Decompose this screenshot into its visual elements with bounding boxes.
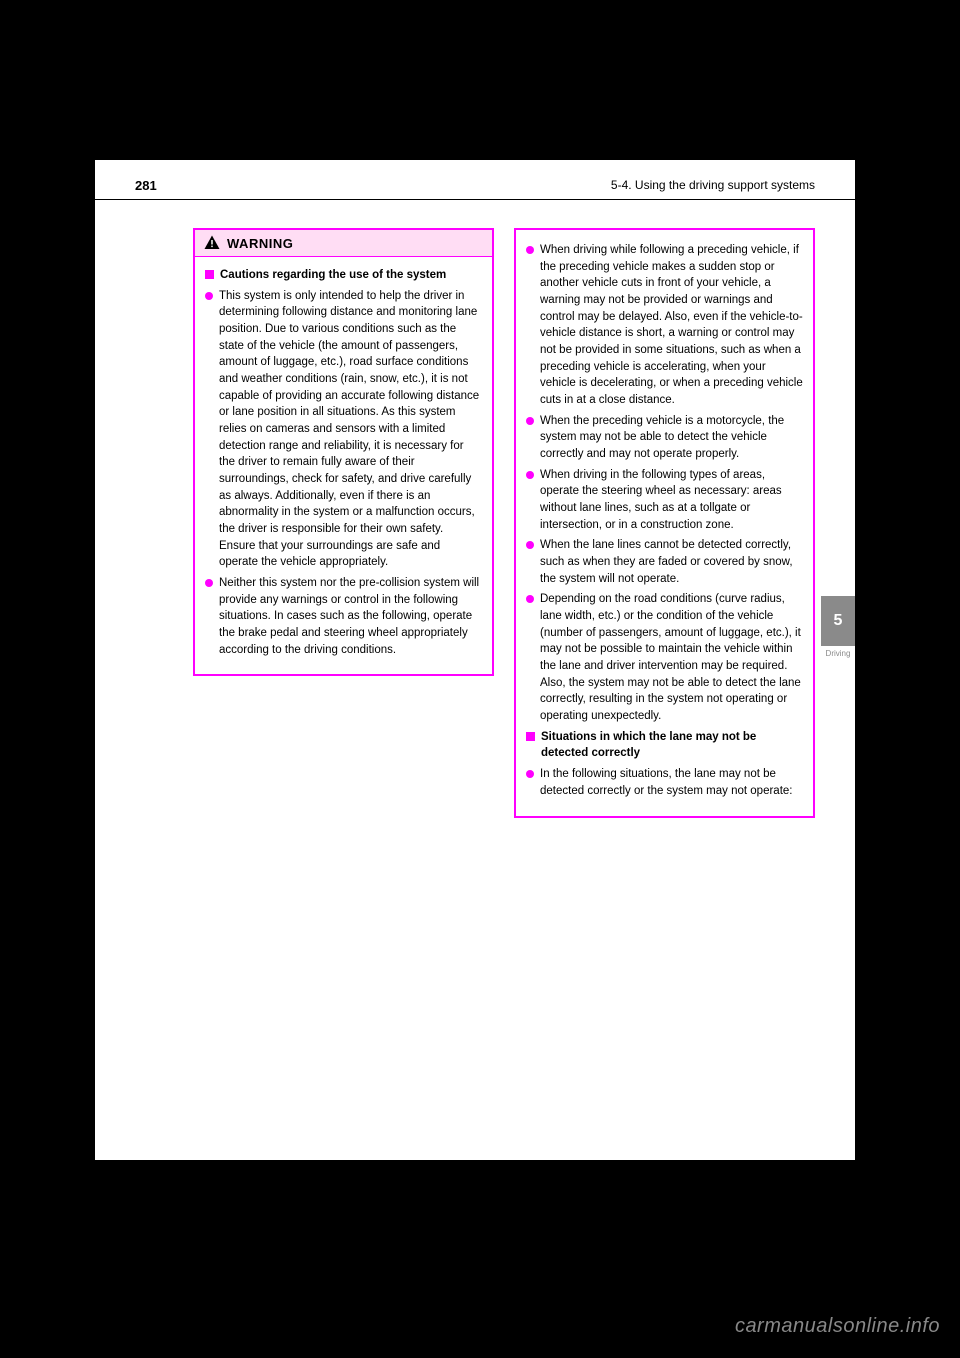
- bullet-text: When the preceding vehicle is a motorcyc…: [540, 413, 803, 463]
- warning-sub-heading: Cautions regarding the use of the system: [205, 267, 482, 284]
- bullet-dot-icon: [205, 292, 213, 300]
- chapter-tab-caption: Driving: [821, 650, 855, 659]
- warning-body: Cautions regarding the use of the system…: [195, 257, 492, 674]
- bullet-text: When driving while following a preceding…: [540, 242, 803, 409]
- bullet-item: When the preceding vehicle is a motorcyc…: [526, 413, 803, 463]
- continuation-body: When driving while following a preceding…: [516, 230, 813, 816]
- warning-heading-text: Situations in which the lane may not be …: [541, 729, 803, 762]
- bullet-text: When driving in the following types of a…: [540, 467, 803, 534]
- bullet-text: Depending on the road conditions (curve …: [540, 591, 803, 724]
- bullet-dot-icon: [526, 541, 534, 549]
- warning-header: WARNING: [195, 230, 492, 257]
- bullet-text: Neither this system nor the pre-collisio…: [219, 575, 482, 658]
- continuation-box: When driving while following a preceding…: [514, 228, 815, 818]
- page-number: 281: [135, 178, 157, 193]
- bullet-item: When driving while following a preceding…: [526, 242, 803, 409]
- bullet-dot-icon: [526, 417, 534, 425]
- bullet-item: In the following situations, the lane ma…: [526, 766, 803, 799]
- chapter-tab: 5: [821, 596, 855, 646]
- warning-box: WARNING Cautions regarding the use of th…: [193, 228, 494, 676]
- bullet-item: Neither this system nor the pre-collisio…: [205, 575, 482, 658]
- manual-page: 281 5-4. Using the driving support syste…: [95, 160, 855, 1160]
- left-column: WARNING Cautions regarding the use of th…: [193, 228, 494, 818]
- bullet-dot-icon: [205, 579, 213, 587]
- bullet-item: When the lane lines cannot be detected c…: [526, 537, 803, 587]
- bullet-dot-icon: [526, 595, 534, 603]
- bullet-text: This system is only intended to help the…: [219, 288, 482, 571]
- page-header: 281 5-4. Using the driving support syste…: [95, 178, 855, 200]
- bullet-text: In the following situations, the lane ma…: [540, 766, 803, 799]
- bullet-item: Depending on the road conditions (curve …: [526, 591, 803, 724]
- bullet-item: This system is only intended to help the…: [205, 288, 482, 571]
- warning-label: WARNING: [227, 236, 293, 251]
- chapter-tab-number: 5: [834, 612, 843, 630]
- bullet-item: When driving in the following types of a…: [526, 467, 803, 534]
- warning-heading-text: Cautions regarding the use of the system: [220, 267, 446, 284]
- content-columns: WARNING Cautions regarding the use of th…: [193, 228, 815, 818]
- right-column: When driving while following a preceding…: [514, 228, 815, 818]
- watermark: carmanualsonline.info: [735, 1315, 940, 1338]
- square-bullet-icon: [526, 732, 535, 741]
- section-name: 5-4. Using the driving support systems: [611, 178, 815, 193]
- square-bullet-icon: [205, 270, 214, 279]
- bullet-dot-icon: [526, 246, 534, 254]
- warning-icon: [203, 234, 221, 252]
- bullet-dot-icon: [526, 471, 534, 479]
- bullet-text: When the lane lines cannot be detected c…: [540, 537, 803, 587]
- bullet-dot-icon: [526, 770, 534, 778]
- warning-sub-heading: Situations in which the lane may not be …: [526, 729, 803, 762]
